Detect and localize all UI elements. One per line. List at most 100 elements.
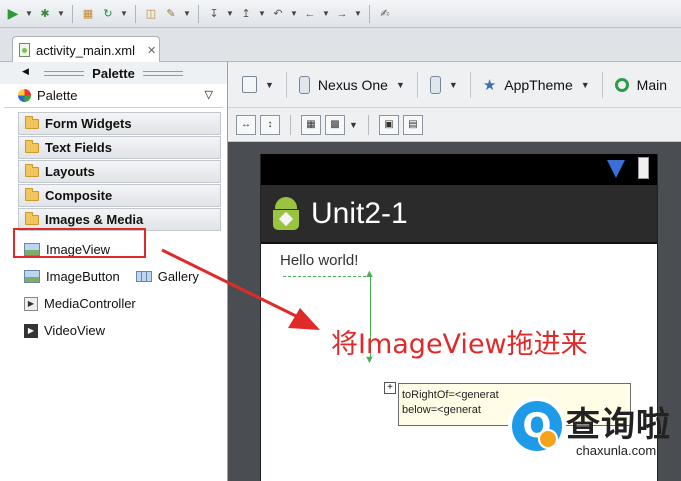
- hello-textview[interactable]: Hello world!: [280, 252, 358, 269]
- open-folder-icon[interactable]: ◫: [142, 5, 160, 23]
- category-layouts[interactable]: Layouts: [18, 160, 221, 183]
- annotation-prev-dropdown-icon[interactable]: ▼: [257, 9, 267, 18]
- theme-star-icon: ★: [482, 76, 497, 94]
- watermark-url: chaxunla.com: [576, 443, 657, 458]
- grid-icon[interactable]: ▦: [79, 5, 97, 23]
- device-status-bar: [261, 154, 657, 185]
- folder-icon: [25, 139, 39, 153]
- guide-arrow-up-icon: ▲: [364, 268, 375, 280]
- back-dropdown-icon[interactable]: ▼: [321, 9, 331, 18]
- palette-header: ◀ Palette: [0, 62, 227, 84]
- palette-item-videoview[interactable]: ▶ VideoView: [0, 317, 227, 344]
- xml-file-icon: [19, 43, 30, 57]
- pin-editor-icon[interactable]: ✍: [376, 5, 394, 23]
- palette-selector[interactable]: Palette ▽: [4, 84, 223, 108]
- alignment-guide-horizontal: [283, 276, 371, 277]
- chevron-down-icon[interactable]: ▼: [265, 80, 274, 90]
- watermark: Q 查询啦 chaxunla.com: [502, 393, 681, 481]
- annotation-next-icon[interactable]: ↧: [205, 5, 223, 23]
- folder-icon: [25, 115, 39, 129]
- last-edit-icon[interactable]: ↶: [269, 5, 287, 23]
- palette-item-mediacontroller[interactable]: ▶ MediaController: [0, 290, 227, 317]
- palette-title: Palette: [92, 65, 135, 81]
- chevron-down-icon[interactable]: ▼: [449, 80, 458, 90]
- toolbar-separator: [72, 4, 73, 23]
- forward-dropdown-icon[interactable]: ▼: [353, 9, 363, 18]
- category-label: Layouts: [45, 164, 95, 179]
- plus-icon: +: [384, 382, 396, 394]
- app-title: Unit2-1: [311, 196, 408, 230]
- config-separator: [469, 71, 471, 98]
- margins-icon[interactable]: ▦: [301, 114, 321, 135]
- app-action-bar: Unit2-1: [261, 185, 657, 244]
- layout-actions-bar: ↔ ↕ ▦ ▩ ▼ ▣ ▤: [228, 108, 681, 142]
- orientation-icon[interactable]: [429, 75, 441, 94]
- toolbar-separator: [369, 4, 370, 23]
- category-label: Composite: [45, 188, 113, 203]
- device-selector[interactable]: Nexus One: [318, 77, 388, 93]
- palette-selector-label: Palette: [37, 88, 78, 103]
- chevron-down-icon[interactable]: ▼: [396, 80, 405, 90]
- folder-icon: [25, 187, 39, 201]
- config-separator: [601, 71, 603, 98]
- annotation-prev-icon[interactable]: ↥: [237, 5, 255, 23]
- folder-icon: [25, 163, 39, 177]
- category-label: Images & Media: [45, 212, 144, 227]
- toolbar-separator: [198, 4, 199, 23]
- open-folder-icon: [25, 211, 39, 225]
- theme-selector[interactable]: AppTheme: [504, 77, 572, 93]
- pen-icon[interactable]: ✎: [162, 5, 180, 23]
- toolbar-separator: [135, 4, 136, 23]
- close-icon[interactable]: ✕: [147, 44, 156, 57]
- configuration-icon[interactable]: [242, 76, 257, 93]
- category-form-widgets[interactable]: Form Widgets: [18, 112, 221, 135]
- palette-item-label: VideoView: [44, 323, 105, 338]
- fill-width-icon[interactable]: ↔: [236, 114, 256, 135]
- grip-icon: [44, 70, 85, 76]
- preview-icon[interactable]: ▣: [378, 114, 399, 135]
- device-icon: [298, 75, 310, 94]
- video-icon: ▶: [24, 323, 38, 338]
- debug-dropdown-icon[interactable]: ▼: [56, 9, 66, 18]
- forward-icon[interactable]: →: [333, 5, 351, 23]
- zoom-fit-icon[interactable]: ▤: [402, 114, 423, 135]
- palette-item-label: MediaController: [44, 296, 136, 311]
- refresh-icon[interactable]: ↻: [99, 5, 117, 23]
- pen-dropdown-icon[interactable]: ▼: [182, 9, 192, 18]
- media-controller-icon: ▶: [24, 296, 38, 311]
- grip-icon: [142, 70, 183, 76]
- configuration-bar: ▼ Nexus One ▼ ▼ ★ AppTheme ▼ Main: [228, 62, 681, 108]
- collapse-left-icon[interactable]: ◀: [22, 66, 29, 77]
- annotation-next-dropdown-icon[interactable]: ▼: [225, 9, 235, 18]
- instruction-annotation: 将ImageView拖进来: [331, 329, 588, 360]
- config-separator: [416, 71, 418, 98]
- editor-tab-bar: activity_main.xml ✕: [0, 28, 681, 63]
- debug-icon[interactable]: ✱: [36, 5, 54, 23]
- imageview-highlight-box: [13, 228, 146, 258]
- back-icon[interactable]: ←: [301, 5, 319, 23]
- watermark-brand: 查询啦: [566, 405, 671, 445]
- gallery-icon: [135, 271, 152, 282]
- chevron-down-icon[interactable]: ▼: [349, 120, 358, 130]
- palette-icon: [18, 89, 31, 102]
- chevron-down-icon[interactable]: ▼: [581, 80, 590, 90]
- category-text-fields[interactable]: Text Fields: [18, 136, 221, 159]
- gravity-icon[interactable]: ▩: [325, 114, 345, 135]
- run-dropdown-icon[interactable]: ▼: [24, 9, 34, 18]
- refresh-dropdown-icon[interactable]: ▼: [119, 9, 129, 18]
- activity-selector[interactable]: Main: [637, 77, 667, 93]
- palette-panel: ◀ Palette Palette ▽ Form Widgets Text Fi…: [0, 62, 228, 481]
- run-icon[interactable]: ▶: [4, 5, 22, 23]
- wifi-icon: [607, 160, 625, 178]
- battery-icon: [638, 157, 649, 179]
- palette-item-gallery-label[interactable]: Gallery: [158, 269, 199, 284]
- editor-tab-label: activity_main.xml: [36, 42, 135, 58]
- chevron-down-icon[interactable]: ▽: [205, 88, 213, 101]
- actions-separator: [290, 114, 291, 135]
- actions-separator: [367, 114, 369, 135]
- last-edit-dropdown-icon[interactable]: ▼: [289, 9, 299, 18]
- category-composite[interactable]: Composite: [18, 184, 221, 207]
- editor-tab-activity-main[interactable]: activity_main.xml ✕: [12, 36, 160, 63]
- palette-item-imagebutton[interactable]: ImageButton Gallery: [0, 263, 227, 290]
- fill-height-icon[interactable]: ↕: [260, 114, 280, 135]
